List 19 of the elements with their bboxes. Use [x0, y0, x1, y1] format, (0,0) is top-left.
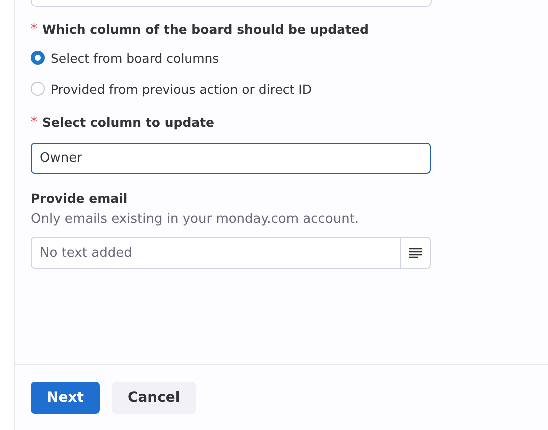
next-button[interactable]: Next	[31, 382, 100, 414]
radio-option[interactable]: Provided from previous action or direct ID	[31, 80, 548, 98]
text-format-button[interactable]	[400, 237, 431, 269]
radio-label: Select from board columns	[51, 50, 220, 66]
radio-button[interactable]	[31, 82, 45, 96]
radio-option[interactable]: Select from board columns	[31, 49, 548, 67]
required-mark: *	[31, 22, 38, 37]
field-label: Which column of the board should be updated	[42, 22, 369, 37]
field-label: Select column to update	[42, 115, 215, 130]
email-field[interactable]: No text added	[31, 237, 400, 269]
cancel-button[interactable]: Cancel	[112, 382, 196, 414]
radio-button[interactable]	[31, 51, 45, 65]
help-text: Only emails existing in your monday.com account.	[31, 212, 360, 227]
text-lines-icon	[409, 248, 422, 258]
input-field[interactable]	[31, 0, 432, 7]
required-mark: *	[31, 115, 38, 130]
field-label: Provide email	[31, 191, 129, 206]
column-field[interactable]: Owner	[31, 143, 431, 174]
radio-label: Provided from previous action or direct ID	[51, 82, 312, 96]
